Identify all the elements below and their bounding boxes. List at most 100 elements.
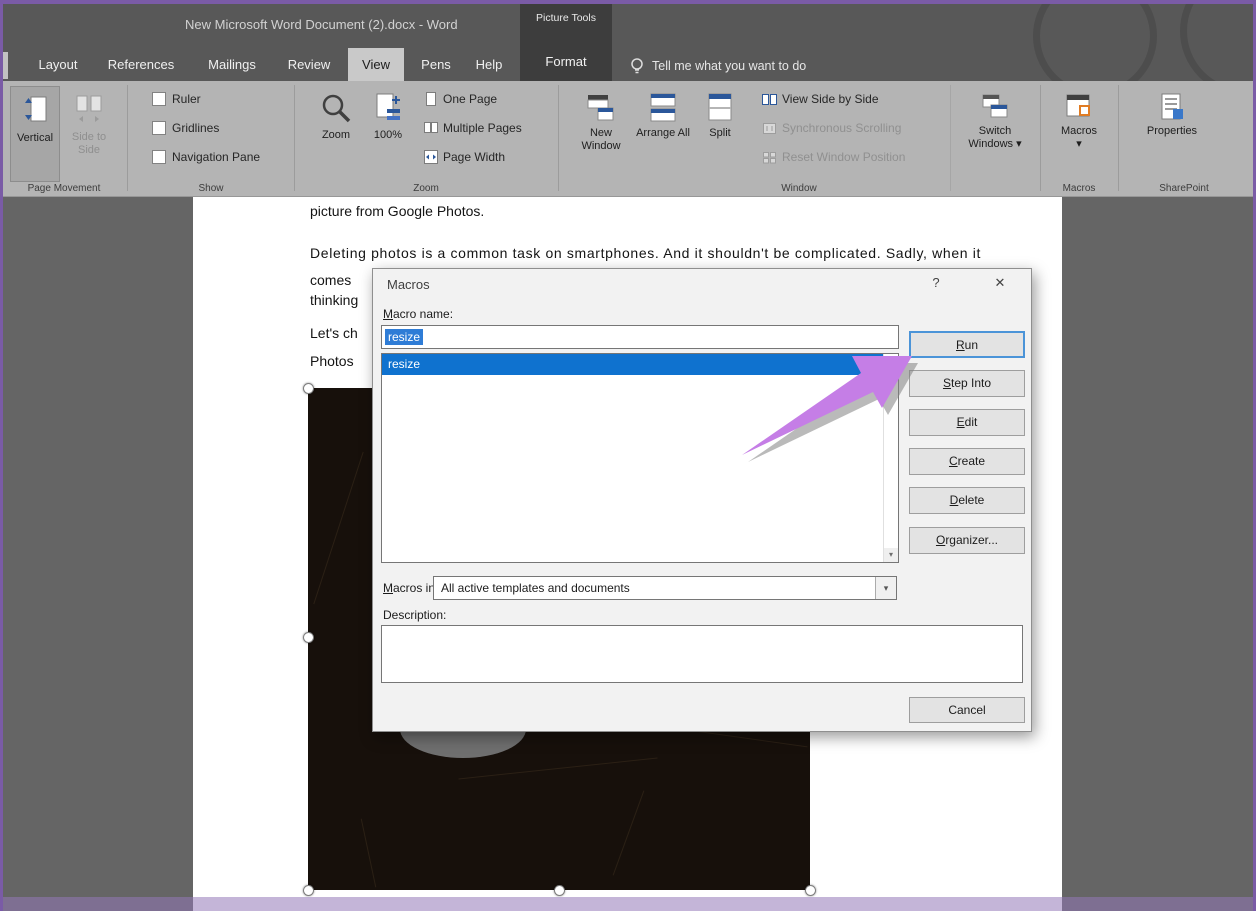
new-window-icon <box>586 92 616 124</box>
delete-button[interactable]: Delete <box>909 487 1025 514</box>
reset-window-position-label: Reset Window Position <box>782 150 905 164</box>
split-label: Split <box>709 127 730 139</box>
resize-handle-top-left[interactable] <box>303 383 314 394</box>
macros-button[interactable]: Macros ▾ <box>1050 86 1108 180</box>
checkbox-icon <box>152 92 166 106</box>
close-icon[interactable]: ✕ <box>989 275 1011 293</box>
chevron-down-icon: ▾ <box>1076 138 1082 150</box>
tell-me-label: Tell me what you want to do <box>652 59 806 73</box>
tab-review[interactable]: Review <box>278 48 340 81</box>
selected-text: resize <box>385 329 423 345</box>
view-side-by-side-icon <box>762 93 777 106</box>
page-width-icon <box>424 150 438 164</box>
switch-windows-icon <box>980 92 1010 122</box>
resize-handle-bottom-right[interactable] <box>805 885 816 896</box>
title-bar: New Microsoft Word Document (2).docx - W… <box>0 4 1256 81</box>
resize-handle-mid-left[interactable] <box>303 632 314 643</box>
callout-arrow <box>740 350 918 462</box>
gridlines-checkbox[interactable]: Gridlines <box>152 121 219 135</box>
properties-icon <box>1157 92 1187 122</box>
document-text-fragment: comes <box>310 272 351 288</box>
document-text-line: picture from Google Photos. <box>310 203 484 219</box>
arrange-all-icon <box>648 92 678 124</box>
arrange-all-button[interactable]: Arrange All <box>634 86 692 180</box>
ruler-checkbox[interactable]: Ruler <box>152 92 201 106</box>
group-label-zoom: Zoom <box>294 183 558 194</box>
frame-left-border <box>0 0 3 911</box>
page-width-label: Page Width <box>443 150 505 164</box>
tab-view[interactable]: View <box>348 48 404 81</box>
step-into-button[interactable]: Step Into <box>909 370 1025 397</box>
page-width-button[interactable]: Page Width <box>424 150 505 164</box>
zoom-100-label: 100% <box>374 129 402 141</box>
macro-name-input[interactable]: resize <box>381 325 899 349</box>
one-page-label: One Page <box>443 92 497 106</box>
tab-help[interactable]: Help <box>464 48 514 81</box>
navigation-pane-checkbox[interactable]: Navigation Pane <box>152 150 260 164</box>
ribbon: Vertical Side to Side Page Movement Rule… <box>0 81 1256 197</box>
group-label-show: Show <box>128 183 294 194</box>
picture-tools-contextual-group: Picture Tools Format <box>520 4 612 81</box>
description-label: Description: <box>383 608 446 622</box>
organizer-button[interactable]: Organizer... <box>909 527 1025 554</box>
side-to-side-label: Side to Side <box>72 131 106 156</box>
lightbulb-icon <box>630 57 644 75</box>
split-button[interactable]: Split <box>696 86 744 180</box>
multiple-pages-button[interactable]: Multiple Pages <box>424 121 522 135</box>
run-button[interactable]: Run <box>909 331 1025 358</box>
vertical-page-icon <box>22 93 48 129</box>
zoom-button[interactable]: Zoom <box>310 86 362 180</box>
macros-in-dropdown[interactable]: All active templates and documents ▾ <box>433 576 897 600</box>
vertical-button[interactable]: Vertical <box>10 86 60 182</box>
reset-window-position-icon <box>762 151 777 164</box>
synchronous-scrolling-label: Synchronous Scrolling <box>782 121 901 135</box>
tab-pens[interactable]: Pens <box>412 48 460 81</box>
magnifier-icon <box>320 92 352 126</box>
edit-button[interactable]: Edit <box>909 409 1025 436</box>
view-side-by-side-button[interactable]: View Side by Side <box>762 92 879 106</box>
help-icon[interactable]: ? <box>925 275 947 293</box>
macros-window-icon <box>1064 92 1094 122</box>
zoom-100-icon <box>374 92 402 126</box>
checkbox-icon <box>152 150 166 164</box>
new-window-button[interactable]: New Window <box>572 86 630 180</box>
tab-layout[interactable]: Layout <box>28 48 88 81</box>
macros-in-label: Macros in: <box>383 581 438 595</box>
description-field[interactable] <box>381 625 1023 683</box>
tab-mailings[interactable]: Mailings <box>196 48 268 81</box>
scroll-down-arrow-icon[interactable]: ▾ <box>884 548 898 562</box>
dialog-title: Macros <box>387 277 430 292</box>
side-to-side-icon <box>74 92 104 128</box>
tab-references[interactable]: References <box>98 48 184 81</box>
cancel-button[interactable]: Cancel <box>909 697 1025 723</box>
zoom-label: Zoom <box>322 129 350 141</box>
tell-me-box[interactable]: Tell me what you want to do <box>630 56 806 76</box>
navigation-pane-label: Navigation Pane <box>172 150 260 164</box>
split-icon <box>706 92 734 124</box>
partial-tab-fragment <box>3 52 8 79</box>
one-page-button[interactable]: One Page <box>424 92 497 106</box>
chevron-down-icon[interactable]: ▾ <box>875 577 896 599</box>
decorative-circle <box>1180 4 1256 81</box>
frame-bottom-strip <box>0 897 1256 911</box>
vertical-label: Vertical <box>17 132 53 144</box>
resize-handle-bottom-left[interactable] <box>303 885 314 896</box>
group-label-macros: Macros <box>1040 183 1118 194</box>
resize-handle-bottom-center[interactable] <box>554 885 565 896</box>
switch-windows-button[interactable]: Switch Windows ▾ <box>958 86 1032 180</box>
new-window-label: New Window <box>581 127 620 152</box>
tab-format[interactable]: Format <box>520 54 612 69</box>
group-label-sharepoint: SharePoint <box>1118 183 1250 194</box>
properties-button[interactable]: Properties <box>1134 86 1210 180</box>
chevron-down-icon: ▾ <box>1016 138 1022 150</box>
multiple-pages-icon <box>424 121 438 135</box>
properties-label: Properties <box>1147 125 1197 137</box>
arrange-all-label: Arrange All <box>636 127 690 139</box>
create-button[interactable]: Create <box>909 448 1025 475</box>
macros-dialog: Macros ? ✕ Macro name: resize resize ▾ M… <box>372 268 1032 732</box>
synchronous-scrolling-button: Synchronous Scrolling <box>762 121 901 135</box>
word-window: New Microsoft Word Document (2).docx - W… <box>0 0 1256 911</box>
reset-window-position-button: Reset Window Position <box>762 150 905 164</box>
zoom-100-button[interactable]: 100% <box>366 86 410 180</box>
multiple-pages-label: Multiple Pages <box>443 121 522 135</box>
